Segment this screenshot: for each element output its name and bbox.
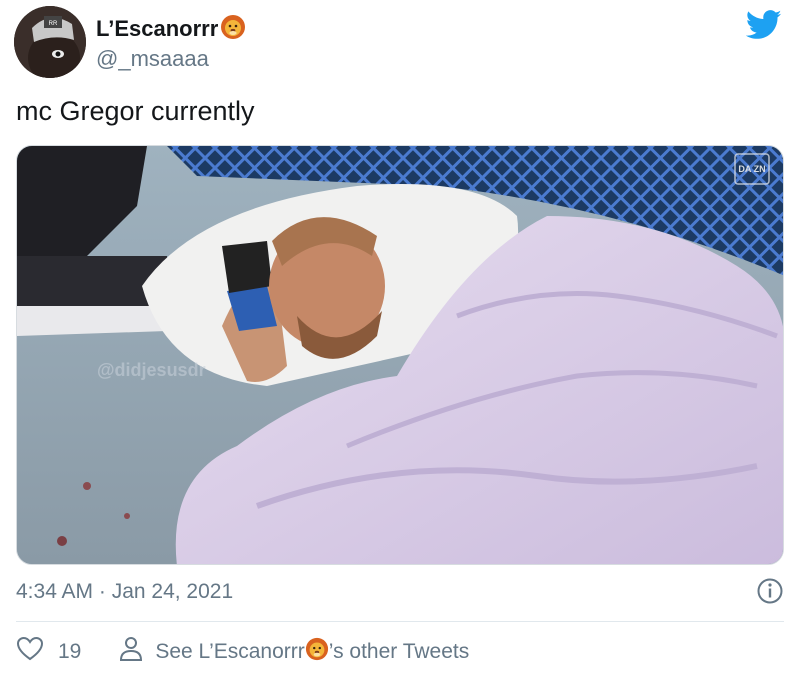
avatar[interactable]: RR (14, 6, 86, 78)
media-handle-watermark: @didjesusdr (97, 360, 206, 380)
svg-text:RR: RR (49, 21, 58, 27)
other-tweets-suffix: ’s other Tweets (328, 640, 470, 663)
other-tweets-label: See L’Escanorrr ’s other Tweets (155, 637, 469, 667)
lion-face-emoji (220, 14, 246, 45)
see-other-tweets-link[interactable]: See L’Escanorrr ’s other Tweets (119, 636, 469, 668)
tweet-text: mc Gregor currently (16, 96, 255, 126)
tweet-media-photo[interactable]: DA ZN @didjesusdr (16, 145, 784, 565)
user-handle[interactable]: @_msaaaa (96, 46, 209, 72)
person-icon (119, 636, 143, 668)
tweet-timestamp[interactable]: 4:34 AM · Jan 24, 2021 (16, 580, 233, 604)
display-name[interactable]: L’Escanorrr (96, 16, 218, 42)
media-watermark-logo: DA ZN (738, 164, 765, 174)
lion-face-emoji (305, 637, 329, 667)
heart-icon (16, 636, 44, 668)
like-button[interactable]: 19 (16, 636, 81, 668)
like-count: 19 (58, 640, 82, 663)
tweet-card: RR L’Escanorrr @_msaaaa mc Gregor curren… (0, 0, 800, 675)
tweet-actions: 19 See L’Escanorrr ’s other Tweets (16, 636, 469, 668)
info-icon[interactable] (756, 577, 784, 605)
other-tweets-prefix: See L’Escanorrr (155, 640, 305, 663)
twitter-bird-icon[interactable] (745, 10, 782, 40)
user-name-row[interactable]: L’Escanorrr (96, 14, 246, 44)
divider (16, 621, 784, 622)
